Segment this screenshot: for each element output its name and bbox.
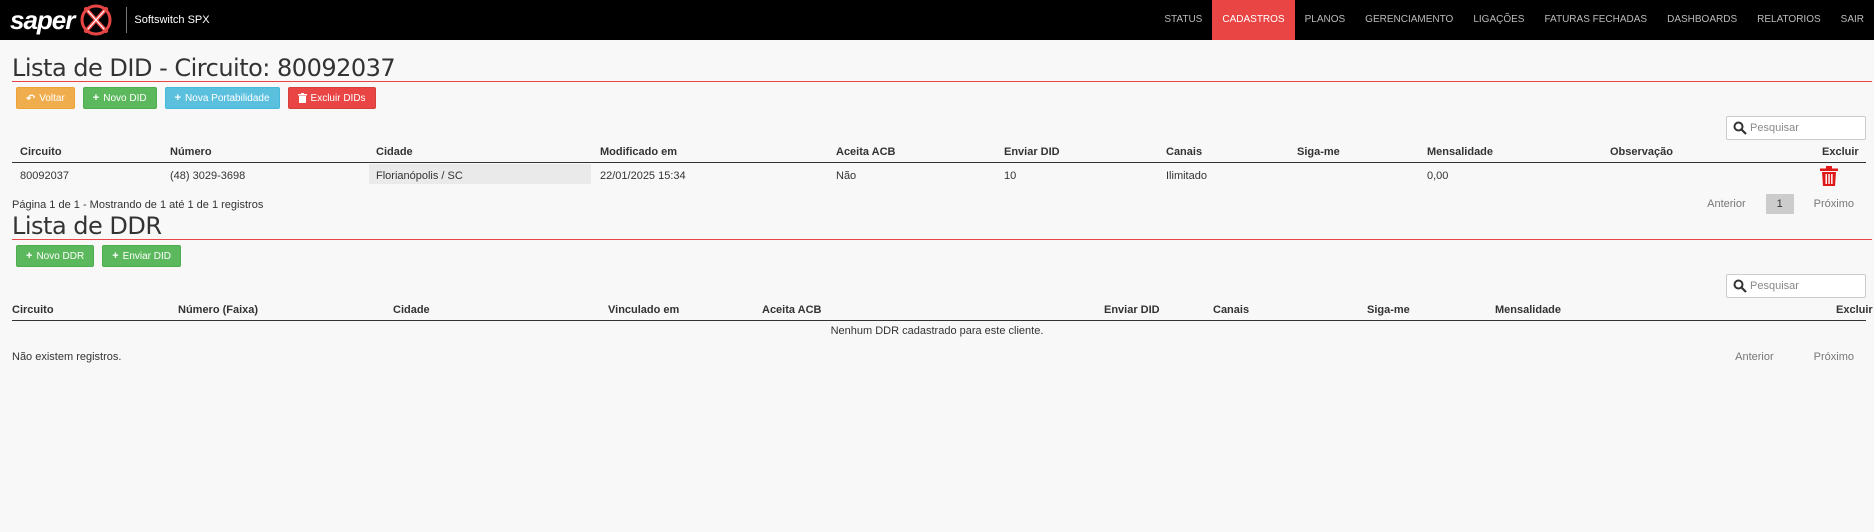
nav-relatorios[interactable]: RELATORIOS [1747,0,1831,40]
new-ddr-label: Novo DDR [36,250,85,262]
brand[interactable]: saper Softswitch SPX [10,0,210,40]
app-subtitle: Softswitch SPX [134,14,210,26]
trash-small-icon [297,93,307,103]
new-ddr-button[interactable]: + Novo DDR [16,245,95,267]
col-excluir: Excluir [1836,304,1873,316]
did-title-rule [12,81,1872,82]
new-portability-label: Nova Portabilidade [185,92,270,104]
new-did-label: Novo DID [103,92,147,104]
cell-numero: (48) 3029-3698 [170,170,246,182]
col-siga-me[interactable]: Siga-me [1367,304,1410,316]
ddr-toolbar: + Novo DDR + Enviar DID [16,245,189,267]
ddr-section-title: Lista de DDR [12,212,162,240]
cell-enviar-did: 10 [1004,170,1017,182]
did-header-rule [12,162,1866,163]
ddr-search-box[interactable] [1726,274,1866,298]
nav-cadastros[interactable]: CADASTROS [1212,0,1295,40]
delete-dids-button[interactable]: Excluir DIDs [287,87,376,109]
delete-dids-label: Excluir DIDs [310,92,366,104]
col-vinculado[interactable]: Vinculado em [608,304,679,316]
plus-icon: + [112,250,119,262]
plus-icon: + [174,92,182,104]
ddr-pager: Anterior Próximo [1727,347,1862,367]
cell-cidade: Florianópolis / SC [376,170,463,182]
cell-modificado: 22/01/2025 15:34 [600,170,686,182]
col-aceita-acb[interactable]: Aceita ACB [836,146,896,158]
plus-icon: + [92,92,100,104]
search-icon [1733,121,1747,135]
nav-gerenciamento[interactable]: GERENCIAMENTO [1355,0,1463,40]
col-cidade[interactable]: Cidade [393,304,430,316]
col-cidade[interactable]: Cidade [376,146,413,158]
search-icon [1733,279,1747,293]
nav-dashboards[interactable]: DASHBOARDS [1657,0,1747,40]
ddr-empty-message: Nenhum DDR cadastrado para este cliente. [830,325,1044,337]
cell-aceita-acb: Não [836,170,857,182]
plus-icon: + [26,250,33,262]
logo-text: saper [10,4,75,35]
col-modificado[interactable]: Modificado em [600,146,677,158]
col-circuito[interactable]: Circuito [20,146,62,158]
did-section-title: Lista de DID - Circuito: 80092037 [12,54,396,82]
nav-status[interactable]: STATUS [1154,0,1212,40]
col-circuito[interactable]: Circuito [12,304,54,316]
did-prev-page[interactable]: Anterior [1699,198,1754,210]
did-pager: Anterior 1 Próximo [1699,194,1862,214]
did-next-page[interactable]: Próximo [1806,198,1862,210]
col-siga-me[interactable]: Siga-me [1297,146,1340,158]
new-did-button[interactable]: + Novo DID [82,87,157,109]
col-aceita-acb[interactable]: Aceita ACB [762,304,822,316]
brand-separator [126,7,128,33]
send-did-label: Enviar DID [122,250,172,262]
back-button[interactable]: ↶ Voltar [16,87,75,109]
cell-circuito: 80092037 [20,170,69,182]
ddr-search-input[interactable] [1750,280,1860,292]
nav-sair[interactable]: SAIR [1831,0,1874,40]
undo-icon: ↶ [26,92,36,105]
ddr-next-page[interactable]: Próximo [1806,351,1862,363]
col-numero-faixa[interactable]: Número (Faixa) [178,304,258,316]
col-mensalidade[interactable]: Mensalidade [1427,146,1493,158]
ddr-prev-page[interactable]: Anterior [1727,351,1782,363]
nav-ligacoes[interactable]: LIGAÇÕES [1463,0,1534,40]
top-navbar: saper Softswitch SPX STATUS CADASTROS PL… [0,0,1874,40]
did-search-box[interactable] [1726,116,1866,140]
ddr-title-rule [12,239,1872,240]
did-toolbar: ↶ Voltar + Novo DID + Nova Portabilidade… [16,87,384,109]
back-button-label: Voltar [39,92,65,104]
nav-planos[interactable]: PLANOS [1295,0,1356,40]
did-pagination-info: Página 1 de 1 - Mostrando de 1 até 1 de … [12,199,264,211]
ddr-header-rule [12,320,1866,321]
main-nav: STATUS CADASTROS PLANOS GERENCIAMENTO LI… [1154,0,1874,40]
col-numero[interactable]: Número [170,146,212,158]
did-page-1[interactable]: 1 [1765,194,1794,214]
cell-canais: Ilimitado [1166,170,1207,182]
col-canais[interactable]: Canais [1166,146,1202,158]
col-excluir: Excluir [1822,146,1859,158]
new-portability-button[interactable]: + Nova Portabilidade [164,87,280,109]
trash-icon[interactable] [1820,166,1838,186]
col-canais[interactable]: Canais [1213,304,1249,316]
send-did-button[interactable]: + Enviar DID [102,245,182,267]
col-enviar-did[interactable]: Enviar DID [1004,146,1060,158]
col-mensalidade[interactable]: Mensalidade [1495,304,1561,316]
nav-faturas-fechadas[interactable]: FATURAS FECHADAS [1534,0,1657,40]
logo-x-icon [80,4,112,36]
ddr-pagination-info: Não existem registros. [12,351,122,363]
col-observacao[interactable]: Observação [1610,146,1673,158]
cell-mensalidade: 0,00 [1427,170,1449,182]
did-search-input[interactable] [1750,122,1860,134]
col-enviar-did[interactable]: Enviar DID [1104,304,1160,316]
